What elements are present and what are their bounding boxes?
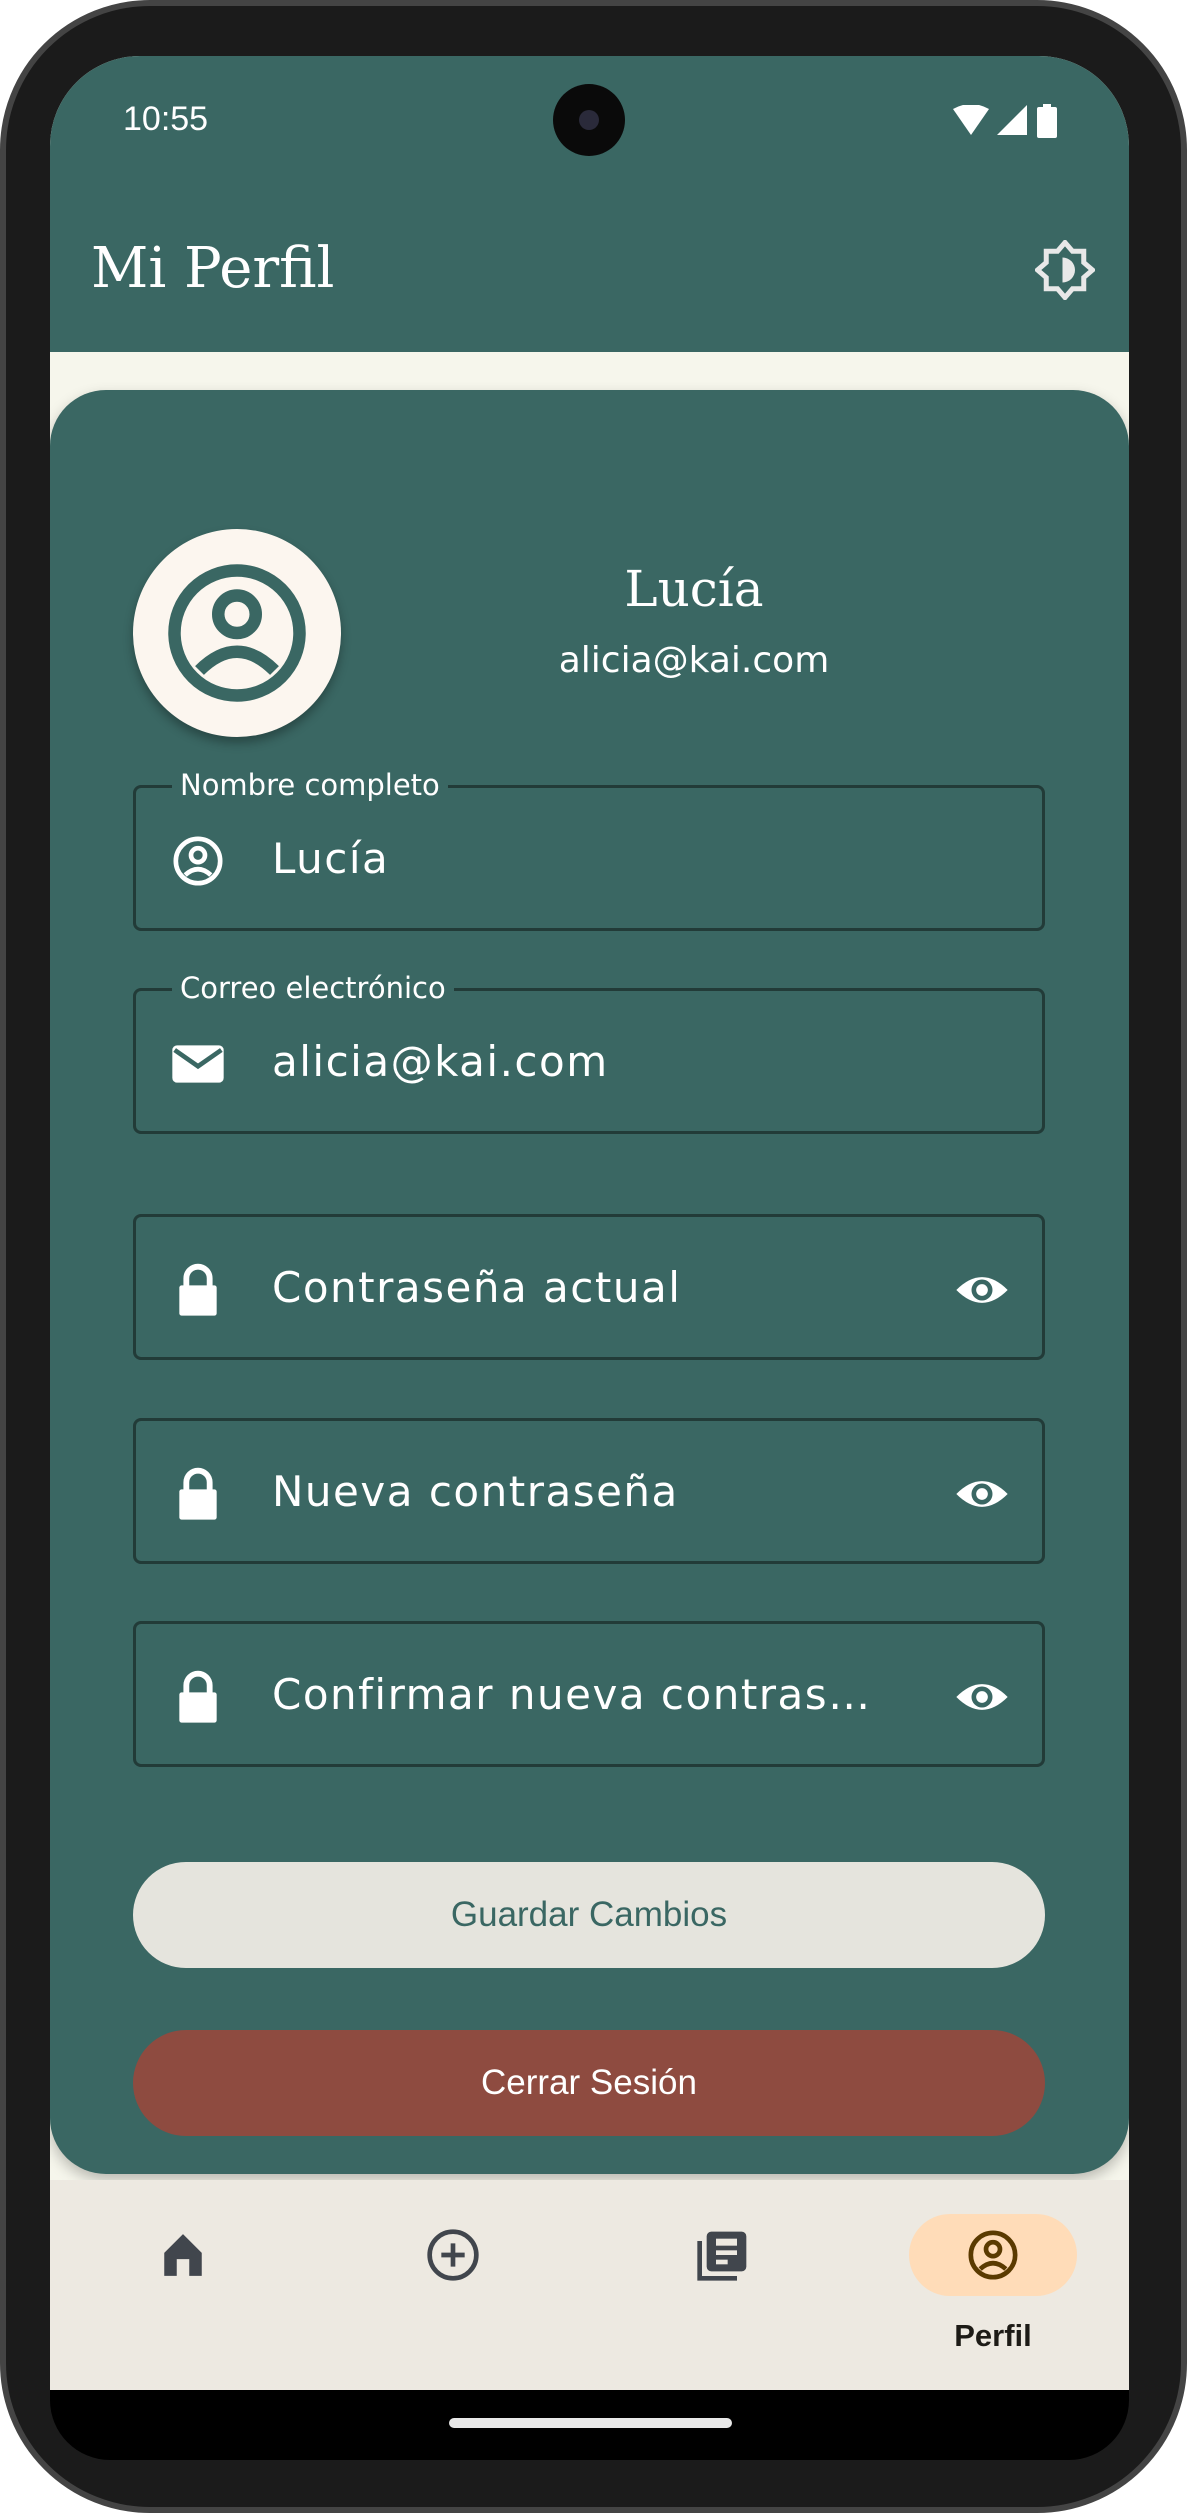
signal-icon <box>997 105 1027 135</box>
battery-icon <box>1037 104 1057 138</box>
nav-label-profile: Perfil <box>954 2318 1032 2353</box>
logout-button[interactable]: Cerrar Sesión <box>133 2030 1045 2136</box>
bottom-nav: Perfil <box>50 2180 1129 2390</box>
library-icon <box>697 2231 747 2281</box>
full-name-field[interactable]: Nombre completo Lucía <box>133 768 1045 931</box>
profile-email: alicia@kai.com <box>558 640 830 681</box>
save-changes-button[interactable]: Guardar Cambios <box>133 1862 1045 1968</box>
eye-icon[interactable] <box>952 1262 1012 1318</box>
current-password-placeholder: Contraseña actual <box>272 1263 682 1312</box>
lock-icon <box>179 1670 217 1723</box>
lock-icon <box>179 1467 217 1520</box>
email-value: alicia@kai.com <box>272 1037 609 1086</box>
new-password-field[interactable]: Nueva contraseña <box>133 1418 1045 1564</box>
nav-item-library[interactable] <box>638 2214 808 2364</box>
eye-icon[interactable] <box>952 1669 1012 1725</box>
account-circle-icon <box>168 564 306 702</box>
email-field[interactable]: Correo electrónico alicia@kai.com <box>133 971 1045 1134</box>
avatar[interactable] <box>133 529 341 737</box>
email-label: Correo electrónico <box>172 971 454 1005</box>
wifi-icon <box>953 105 989 135</box>
confirm-password-field[interactable]: Confirmar nueva contras… <box>133 1621 1045 1767</box>
mail-icon <box>172 1045 224 1083</box>
camera-cutout <box>553 84 625 156</box>
account-circle-icon <box>173 836 223 886</box>
brightness-icon[interactable] <box>1035 240 1095 300</box>
full-name-value: Lucía <box>272 834 390 883</box>
lock-icon <box>179 1263 217 1316</box>
full-name-label: Nombre completo <box>172 768 448 802</box>
status-time: 10:55 <box>123 100 209 138</box>
current-password-field[interactable]: Contraseña actual <box>133 1214 1045 1360</box>
nav-item-home[interactable] <box>98 2214 268 2364</box>
eye-icon[interactable] <box>952 1466 1012 1522</box>
nav-item-profile[interactable]: Perfil <box>908 2214 1078 2364</box>
profile-card: Lucía alicia@kai.com Nombre completo Luc… <box>50 390 1129 2174</box>
screen: 10:55 Mi Perfil Lucía alicia@kai.com Nom… <box>50 56 1129 2390</box>
app-bar: 10:55 Mi Perfil <box>50 56 1129 352</box>
home-indicator[interactable] <box>449 2418 732 2428</box>
nav-item-add[interactable] <box>368 2214 538 2364</box>
page-title: Mi Perfil <box>91 236 335 301</box>
account-circle-icon <box>968 2230 1018 2280</box>
profile-name: Lucía <box>624 560 764 618</box>
confirm-password-placeholder: Confirmar nueva contras… <box>272 1670 872 1719</box>
new-password-placeholder: Nueva contraseña <box>272 1467 679 1516</box>
status-icons <box>953 104 1057 138</box>
add-circle-icon <box>427 2229 479 2281</box>
home-icon <box>164 2234 202 2276</box>
